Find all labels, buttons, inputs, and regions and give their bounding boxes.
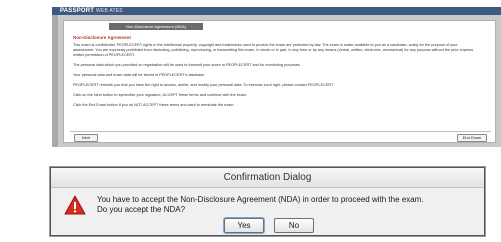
warning-icon	[64, 195, 86, 215]
nda-paragraph: PEOPLECERT reminds you that you have the…	[73, 83, 334, 87]
nda-paragraph: This exam is confidential. PEOPLECERT ri…	[73, 43, 474, 57]
nda-paragraph: Click on the Next button to symbolize yo…	[73, 93, 248, 97]
nda-panel: Non-Disclosure Agreement (NDA) Non-Discl…	[63, 20, 496, 143]
nda-paragraph: Your personal data and exam data will be…	[73, 73, 206, 77]
next-button[interactable]: Next	[74, 134, 98, 142]
exam-window: PASSPORT WEB ATES Non-Disclosure Agreeme…	[52, 7, 501, 147]
logo-main: PASSPORT	[60, 8, 95, 14]
end-exam-button[interactable]: End Exam	[457, 134, 487, 142]
nda-paragraph: Click the End Exam button if you do NOT …	[73, 103, 235, 107]
no-button[interactable]: No	[274, 218, 314, 233]
dialog-title: Confirmation Dialog	[51, 168, 484, 188]
panel-title: Non-Disclosure Agreement (NDA)	[109, 23, 203, 30]
panel-divider	[70, 131, 491, 132]
nda-heading: Non-Disclosure Agreement	[73, 35, 131, 40]
left-rail	[52, 15, 58, 147]
confirmation-dialog: Confirmation Dialog You have to accept t…	[50, 167, 485, 236]
yes-button[interactable]: Yes	[224, 218, 264, 233]
dialog-message-line2: Do you accept the NDA?	[97, 205, 186, 214]
dialog-message-line1: You have to accept the Non-Disclosure Ag…	[97, 195, 424, 204]
logo: PASSPORT WEB ATES	[60, 7, 123, 15]
app-header: PASSPORT WEB ATES	[52, 7, 501, 15]
logo-sub: WEB ATES	[96, 8, 123, 14]
nda-paragraph: The personal data which you provided on …	[73, 63, 301, 67]
dialog-message: You have to accept the Non-Disclosure Ag…	[97, 195, 477, 215]
